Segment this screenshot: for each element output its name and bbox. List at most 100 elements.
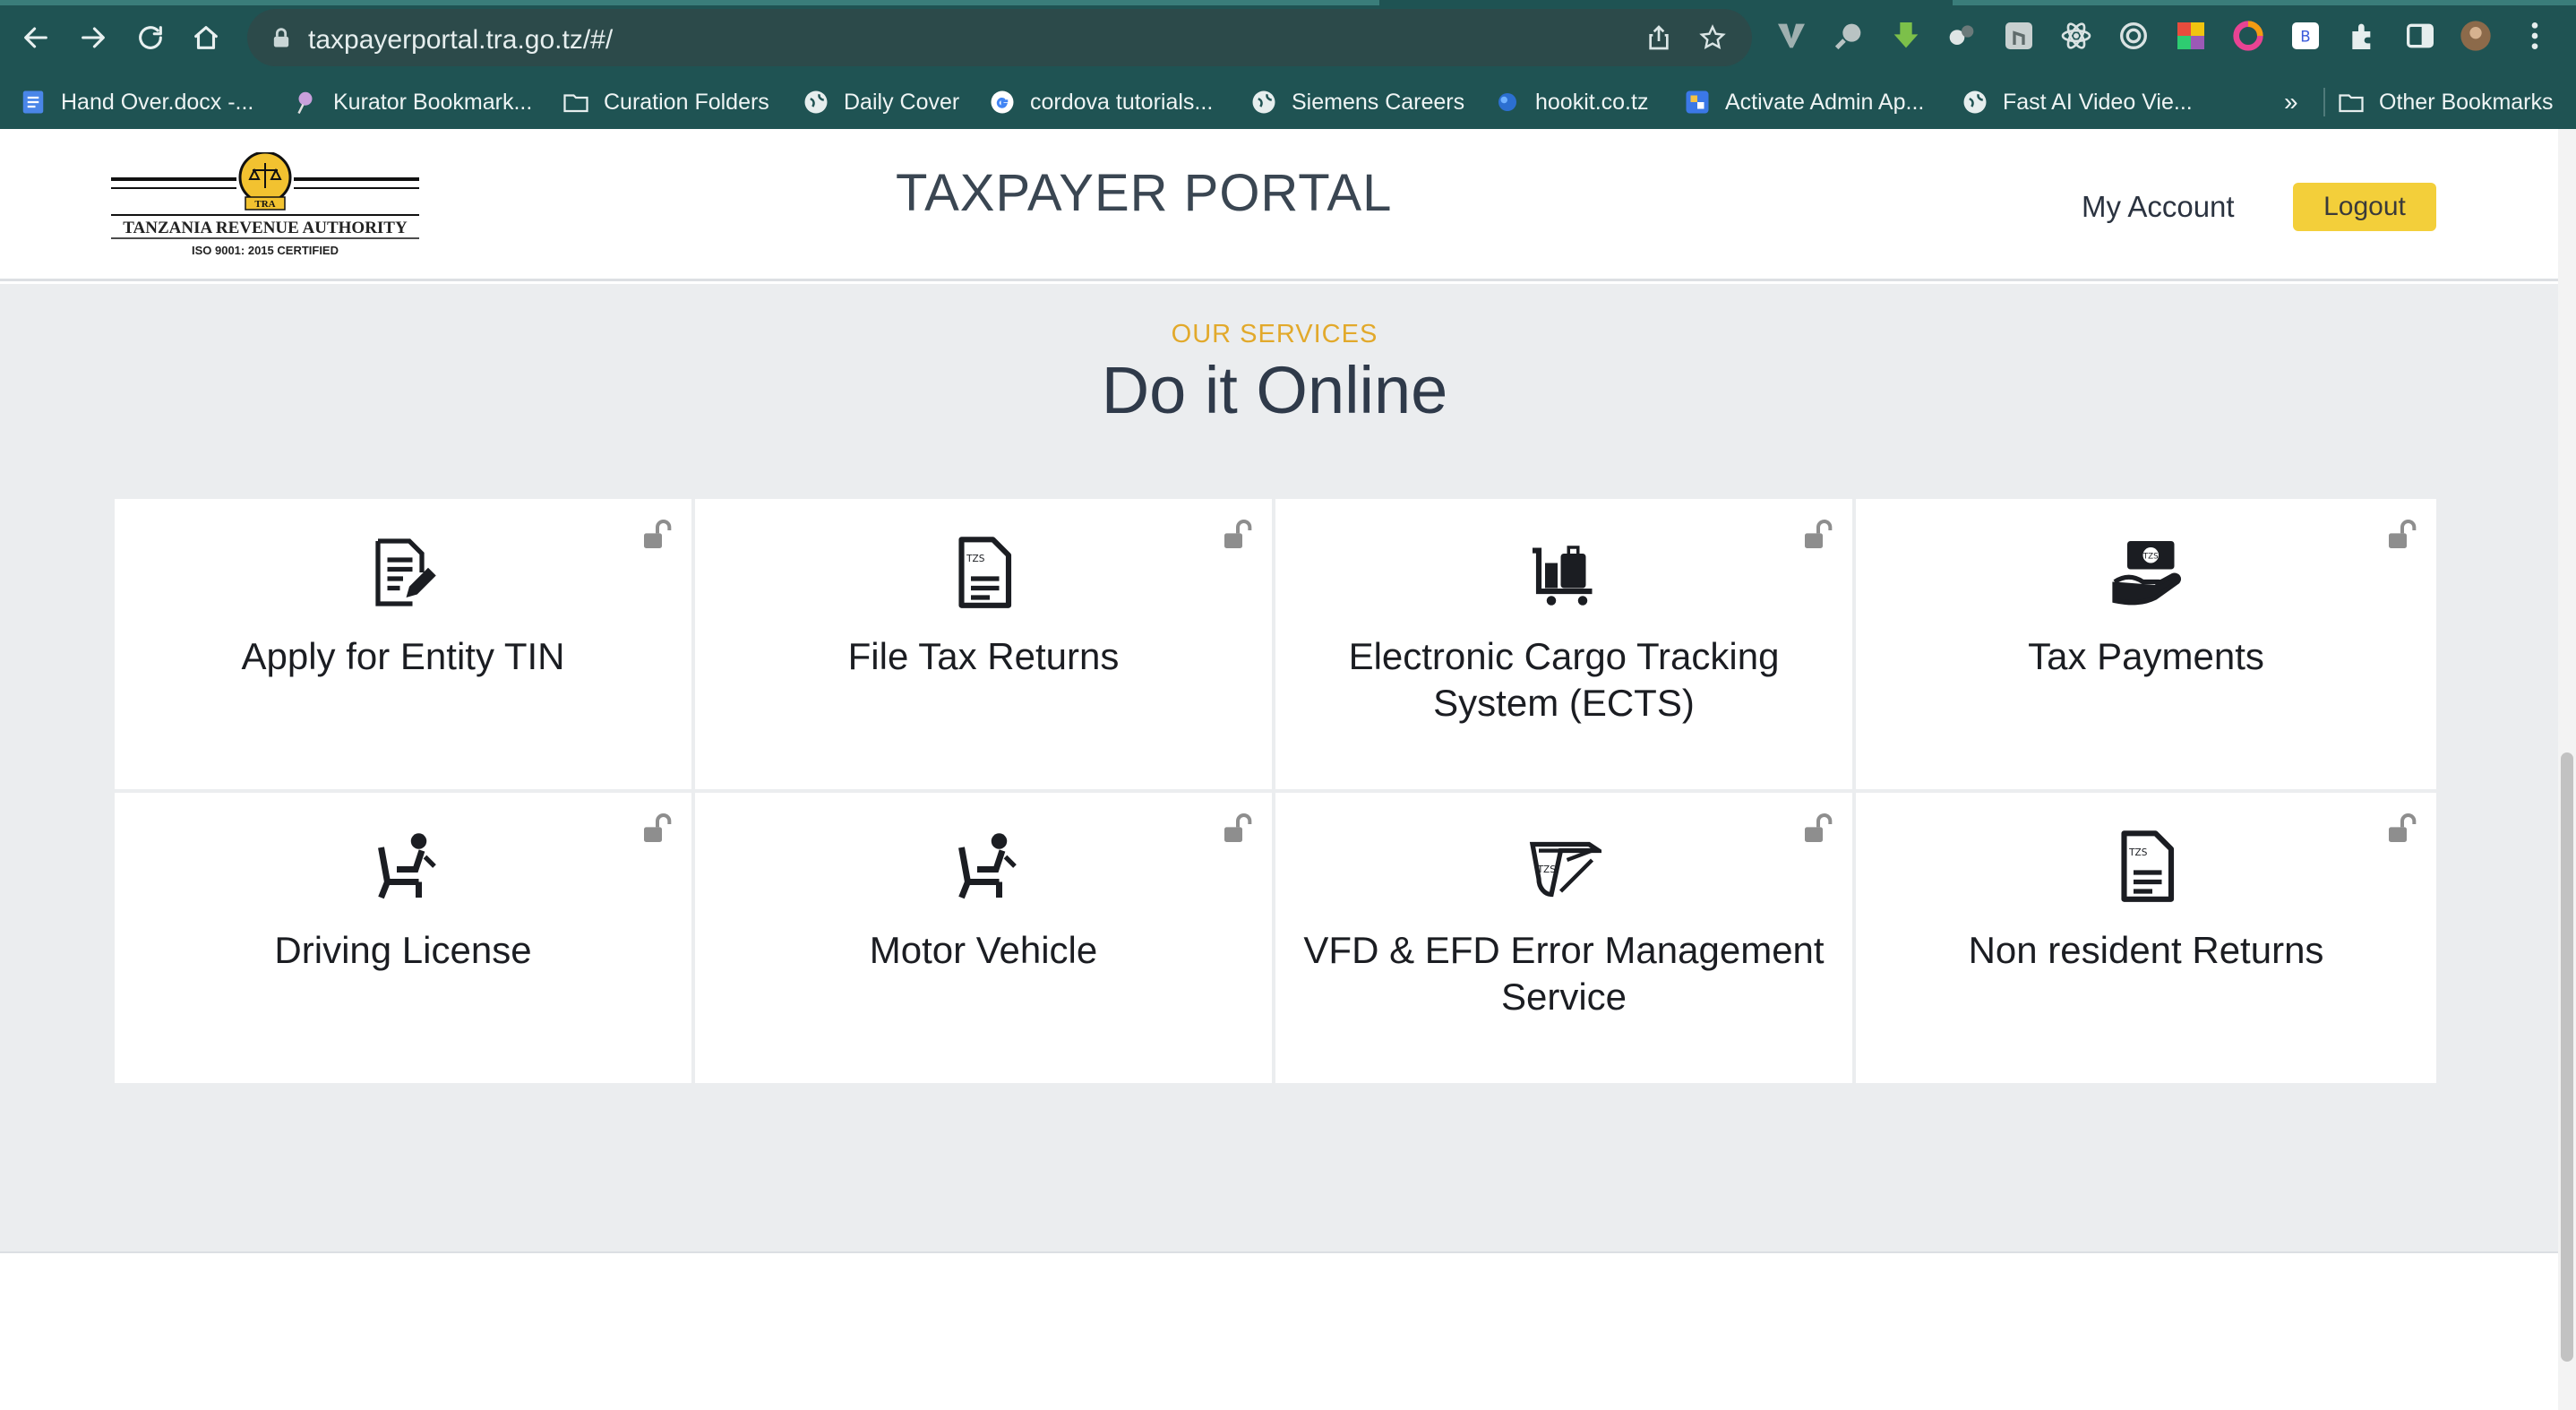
tax-document-icon: TZS (958, 537, 1012, 608)
service-label: File Tax Returns (847, 635, 1120, 677)
bookmark-label: Hand Over.docx -... (61, 89, 254, 115)
balls-extension-icon[interactable] (1944, 18, 1979, 54)
kurator-icon (297, 91, 313, 115)
other-bookmarks[interactable]: Other Bookmarks (2338, 81, 2554, 124)
service-card-non-resident-returns[interactable]: TZS Non resident Returns (1856, 793, 2436, 1083)
bookmark-item[interactable]: Activate Admin Ap... (1684, 81, 1924, 124)
service-label: Non resident Returns (1968, 929, 2324, 971)
tzs-label: TZS (2142, 552, 2159, 561)
section-eyebrow: OUR SERVICES (1171, 320, 1378, 348)
logo-badge: TRA (254, 199, 275, 210)
unlock-icon (2389, 813, 2417, 842)
driver-seat-icon (958, 833, 1017, 899)
bookmark-item[interactable]: hookit.co.tz (1494, 81, 1648, 124)
page-content: TRA TANZANIA REVENUE AUTHORITY ISO 9001:… (0, 129, 2558, 1410)
side-panel-icon[interactable] (2402, 18, 2438, 54)
bookmark-item[interactable]: Fast AI Video Vie... (1962, 81, 2193, 124)
unlock-icon (1224, 813, 1252, 842)
bookmark-label: Daily Cover (844, 89, 960, 115)
service-label: Driving License (274, 929, 532, 971)
logout-button[interactable]: Logout (2293, 183, 2436, 231)
url-text: taxpayerportal.tra.go.tz/#/ (308, 25, 614, 55)
bookmark-item[interactable]: Hand Over.docx -... (20, 81, 253, 124)
logo-subtext: ISO 9001: 2015 CERTIFIED (192, 244, 339, 257)
service-card-vfd-efd[interactable]: TZS VFD & EFD Error Management Service (1275, 793, 1852, 1083)
lock-icon (273, 28, 289, 47)
more-bookmarks-chevron[interactable]: » (2284, 81, 2298, 124)
service-card-motor-vehicle[interactable]: Motor Vehicle (695, 793, 1272, 1083)
my-account-link[interactable]: My Account (2082, 190, 2235, 224)
home-button[interactable] (185, 16, 228, 59)
admin-icon (1686, 90, 1709, 114)
tax-document-icon: TZS (2121, 830, 2175, 902)
reload-icon (139, 26, 162, 49)
svg-text:B: B (2300, 29, 2310, 46)
bookmark-item[interactable]: Curation Folders (562, 81, 769, 124)
scrollbar-thumb[interactable] (2561, 752, 2573, 1362)
unlock-icon (644, 520, 672, 548)
bookmarks-bar: Hand Over.docx -... Kurator Bookmark... … (0, 75, 2576, 129)
back-button[interactable] (14, 16, 57, 59)
bookmark-item[interactable]: Daily Cover (803, 81, 959, 124)
services-section: OUR SERVICES Do it Online Apply for Enti… (0, 284, 2558, 1253)
unlock-icon (1805, 520, 1833, 548)
unlock-icon (1224, 520, 1252, 548)
bookmark-label: Kurator Bookmark... (333, 89, 533, 115)
section-heading: Do it Online (1101, 353, 1448, 427)
color-wheel-extension-icon[interactable] (2230, 18, 2266, 54)
bookmark-item[interactable]: Kurator Bookmark... (292, 81, 532, 124)
service-card-tax-payments[interactable]: TZS Tax Payments (1856, 499, 2436, 789)
bookmark-label: Fast AI Video Vie... (2003, 89, 2193, 115)
globe-icon (1963, 90, 1987, 114)
address-bar[interactable]: taxpayerportal.tra.go.tz/#/ (247, 9, 1752, 66)
bookmark-item[interactable]: Siemens Careers (1250, 81, 1464, 124)
folder-icon (563, 94, 588, 113)
document-edit-icon (375, 538, 436, 606)
hand-extension-icon[interactable] (2001, 18, 2037, 54)
tra-logo[interactable]: TRA TANZANIA REVENUE AUTHORITY ISO 9001:… (111, 152, 419, 260)
tab-strip-accent (0, 0, 1379, 5)
site-header: TRA TANZANIA REVENUE AUTHORITY ISO 9001:… (0, 129, 2558, 281)
folder-icon (2339, 94, 2364, 113)
bookmarks-divider (2323, 88, 2325, 116)
bookmark-star-icon[interactable] (1698, 23, 1727, 52)
other-bookmarks-label: Other Bookmarks (2379, 89, 2554, 115)
tzs-label: TZS (966, 554, 985, 564)
service-label: Tax Payments (2028, 635, 2264, 677)
receipt-machine-icon: TZS (1529, 841, 1601, 898)
service-card-file-tax-returns[interactable]: TZS File Tax Returns (695, 499, 1272, 789)
unlock-icon (2389, 520, 2417, 548)
google-icon (991, 90, 1014, 114)
service-label: Electronic Cargo Tracking System (ECTS) (1348, 635, 1780, 724)
service-label: VFD & EFD Error Management Service (1303, 929, 1825, 1018)
inspector-extension-icon[interactable] (1831, 18, 1867, 54)
download-extension-icon[interactable] (1888, 18, 1924, 54)
payment-hand-icon: TZS (2112, 541, 2182, 606)
forward-button[interactable] (72, 16, 115, 59)
vimeo-extension-icon[interactable] (1773, 18, 1809, 54)
target-extension-icon[interactable] (2116, 18, 2151, 54)
docs-icon (22, 90, 44, 114)
share-icon[interactable] (1644, 23, 1673, 52)
profile-avatar-icon[interactable] (2458, 18, 2494, 54)
service-card-driving-license[interactable]: Driving License (115, 793, 691, 1083)
home-icon (194, 26, 218, 49)
extensions-puzzle-icon[interactable] (2345, 18, 2381, 54)
page-title: TAXPAYER PORTAL (896, 164, 1393, 222)
react-extension-icon[interactable] (2058, 18, 2094, 54)
b-extension-icon[interactable]: B (2288, 18, 2323, 54)
driver-seat-icon (378, 833, 436, 899)
browser-toolbar: taxpayerportal.tra.go.tz/#/ B (0, 0, 2576, 75)
logo-text: TANZANIA REVENUE AUTHORITY (123, 219, 408, 237)
service-card-apply-entity-tin[interactable]: Apply for Entity TIN (115, 499, 691, 789)
tzs-label: TZS (2128, 847, 2148, 858)
bookmark-label: Curation Folders (604, 89, 769, 115)
bookmark-label: Siemens Careers (1292, 89, 1465, 115)
service-label: Motor Vehicle (869, 929, 1098, 971)
tzs-label: TZS (1537, 864, 1557, 875)
service-card-ects[interactable]: Electronic Cargo Tracking System (ECTS) (1275, 499, 1852, 789)
kebab-menu-icon[interactable] (2517, 18, 2553, 54)
bookmark-item[interactable]: cordova tutorials... (989, 81, 1213, 124)
reload-button[interactable] (129, 16, 172, 59)
colors-extension-icon[interactable] (2173, 18, 2209, 54)
